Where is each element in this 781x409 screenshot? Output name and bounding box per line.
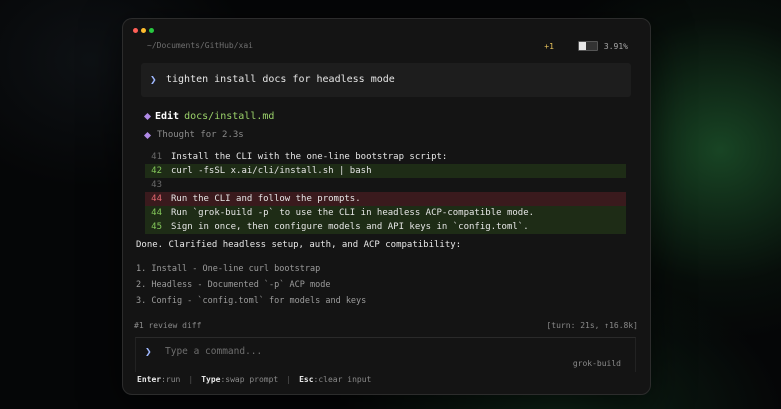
hint-type: Type:swap prompt — [201, 375, 278, 384]
diff-line-context: 41 Install the CLI with the one-line boot… — [145, 150, 626, 164]
summary-item: 3. Config - `config.toml` for models and… — [136, 296, 367, 306]
diff-line-add: 45 Sign in once, then configure models an… — [145, 220, 626, 234]
summary-item: 2. Headless - Documented `-p` ACP mode — [136, 280, 331, 290]
diff-line-text: Sign in once, then configure models and … — [171, 222, 529, 232]
turn-stats: [turn: 21s, ↑16.8k] — [546, 321, 638, 330]
user-prompt-box: ❯ tighten install docs for headless mode — [141, 63, 631, 97]
brand-label: grok-build — [572, 359, 621, 368]
hint-action: :run — [161, 375, 181, 384]
hint-key: Type — [201, 375, 221, 384]
diff-line-number: 44 — [151, 194, 162, 204]
hint-action: :clear input — [313, 375, 372, 384]
hint-key: Enter — [137, 375, 162, 384]
chevron-right-icon: ❯ — [145, 345, 152, 358]
diff-line-text: Run the CLI and follow the prompts. — [171, 194, 361, 204]
diff-line-number: 41 — [151, 152, 162, 162]
diff-line-number: 44 — [151, 208, 162, 218]
thought-text: Thought for 2.3s — [157, 130, 244, 140]
diff-line-context: 43 — [145, 178, 626, 192]
summary-item: 1. Install - One-line curl bootstrap — [136, 264, 321, 274]
context-usage-percent: 3.91% — [603, 41, 628, 51]
summary-list: 1. Install - One-line curl bootstrap 2. H… — [136, 261, 366, 309]
working-directory: ~/Documents/GitHub/xai — [147, 41, 253, 50]
user-prompt-text: tighten install docs for headless mode — [166, 74, 395, 85]
close-window-button[interactable] — [133, 28, 138, 33]
hint-separator: | — [188, 375, 194, 384]
status-bar: +1 3.91% — [544, 41, 628, 51]
diff-line-add: 44 Run `grok-build -p` to use the CLI in … — [145, 206, 626, 220]
terminal-window: ~/Documents/GitHub/xai +1 3.91% ❯ tighte… — [122, 18, 651, 395]
hint-key: Esc — [299, 375, 314, 384]
diff-view: 41 Install the CLI with the one-line boot… — [145, 150, 626, 234]
diamond-icon — [143, 112, 152, 121]
diff-line-number: 45 — [151, 222, 162, 232]
command-input-box: ❯ grok-build — [135, 337, 636, 372]
diff-line-del: 44 Run the CLI and follow the prompts. — [145, 192, 626, 206]
review-diff-link[interactable]: #1 review diff — [134, 321, 201, 330]
diff-line-number: 43 — [151, 180, 162, 190]
edit-file-link[interactable]: docs/install.md — [184, 111, 274, 122]
diff-line-text: curl -fsSL x.ai/cli/install.sh | bash — [171, 166, 372, 176]
diff-line-text: Install the CLI with the one-line bootst… — [171, 152, 448, 162]
hint-esc: Esc:clear input — [299, 375, 371, 384]
diff-line-number: 42 — [151, 166, 162, 176]
diff-line-text: Run `grok-build -p` to use the CLI in he… — [171, 208, 535, 218]
thought-status: Thought for 2.3s — [143, 130, 244, 140]
context-usage-bar — [577, 41, 598, 51]
command-input[interactable] — [165, 343, 465, 359]
keyboard-hints: Enter:run | Type:swap prompt | Esc:clear inp… — [137, 375, 371, 384]
hint-separator: | — [286, 375, 292, 384]
changes-count: +1 — [544, 41, 554, 51]
edit-header: Edit docs/install.md — [143, 111, 274, 122]
hint-enter: Enter:run — [137, 375, 180, 384]
done-message: Done. Clarified headless setup, auth, an… — [136, 240, 462, 250]
diff-line-add: 42 curl -fsSL x.ai/cli/install.sh | bash — [145, 164, 626, 178]
chevron-right-icon: ❯ — [150, 73, 157, 86]
maximize-window-button[interactable] — [149, 28, 154, 33]
hint-action: :swap prompt — [220, 375, 279, 384]
minimize-window-button[interactable] — [141, 28, 146, 33]
diamond-icon — [143, 131, 152, 139]
context-usage-fill — [578, 42, 586, 50]
edit-label: Edit — [155, 111, 180, 122]
